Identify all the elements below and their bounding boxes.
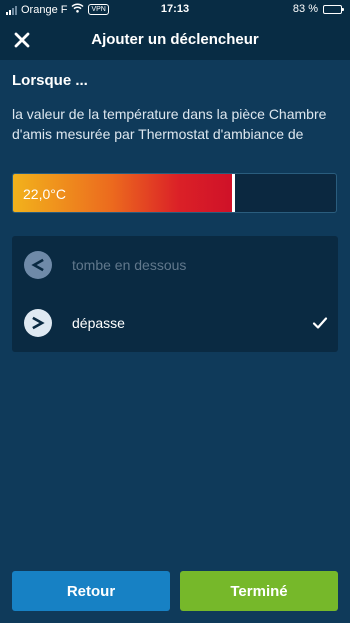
status-bar: Orange F VPN 17:13 83 % <box>0 0 350 20</box>
trigger-description: la valeur de la température dans la pièc… <box>12 106 327 142</box>
section-title: Lorsque ... <box>12 72 88 89</box>
option-below[interactable]: tombe en dessous <box>12 236 338 294</box>
option-above-label: dépasse <box>72 315 125 331</box>
greater-than-icon <box>24 309 52 337</box>
less-than-icon <box>24 251 52 279</box>
temperature-value: 22,0°C <box>23 186 66 202</box>
condition-options: tombe en dessous dépasse <box>12 236 338 352</box>
battery-percent: 83 % <box>292 3 318 15</box>
option-above[interactable]: dépasse <box>12 294 338 352</box>
back-button[interactable]: Retour <box>12 571 170 611</box>
checkmark-icon <box>312 317 328 329</box>
nav-header: Ajouter un déclencheur <box>0 20 350 60</box>
temperature-handle[interactable] <box>231 174 235 212</box>
temperature-slider[interactable]: 22,0°C <box>12 173 337 213</box>
option-below-label: tombe en dessous <box>72 257 187 273</box>
battery-icon <box>323 4 344 14</box>
status-right: 83 % <box>292 3 344 15</box>
done-button[interactable]: Terminé <box>180 571 338 611</box>
page-title: Ajouter un déclencheur <box>91 31 259 48</box>
